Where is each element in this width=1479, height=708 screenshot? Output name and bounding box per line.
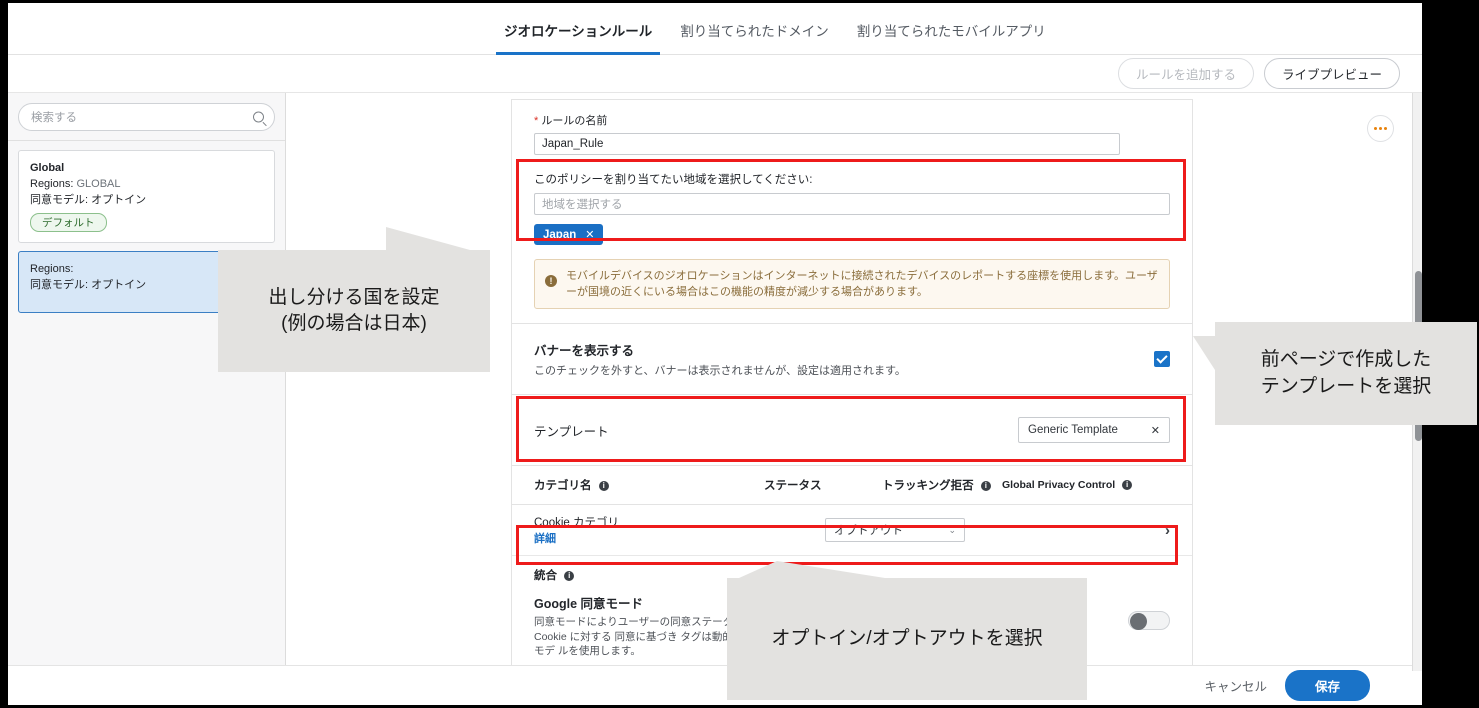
callout-region-text: 出し分ける国を設定 (例の場合は日本) <box>268 286 440 334</box>
notice-text: モバイルデバイスのジオロケーションはインターネットに接続されたデバイスのレポート… <box>566 270 1158 298</box>
dot-icon <box>1374 127 1377 130</box>
template-select[interactable]: Generic Template ✕ <box>1018 417 1170 443</box>
chevron-right-icon[interactable]: › <box>1165 522 1170 539</box>
panel-rule-basics: * ルールの名前 Japan_Rule このポリシーを割り当てたい地域を選択して… <box>511 99 1193 324</box>
rule-card-consent: 同意モデル: オプトイン <box>30 194 147 206</box>
th-category: カテゴリ名 i <box>534 477 764 493</box>
cancel-button[interactable]: キャンセル <box>1204 676 1267 695</box>
template-label: テンプレート <box>534 424 609 439</box>
gcm-toggle[interactable] <box>1128 611 1170 631</box>
close-icon[interactable]: ✕ <box>585 228 594 241</box>
category-name: Cookie カテゴリ <box>534 517 619 529</box>
table-header: カテゴリ名 i ステータス トラッキング拒否 i Global Privacy … <box>512 466 1192 505</box>
callout-region: 出し分ける国を設定 (例の場合は日本) <box>218 227 490 372</box>
th-tracking: トラッキング拒否 i <box>882 477 1002 493</box>
close-icon[interactable]: ✕ <box>1151 424 1160 437</box>
rule-name-label: * ルールの名前 <box>534 115 608 127</box>
chevron-down-icon: ⌄ <box>948 524 956 535</box>
th-status: ステータス <box>764 480 822 492</box>
category-name-cell: Cookie カテゴリ 詳細 <box>534 514 825 546</box>
add-rule-button[interactable]: ルールを追加する <box>1117 58 1254 89</box>
save-button[interactable]: 保存 <box>1284 670 1370 701</box>
callout-optin-text: オプトイン/オプトアウトを選択 <box>771 627 1043 649</box>
tab-label: 割り当てられたドメイン <box>680 24 829 39</box>
callout-tail <box>739 561 885 578</box>
callout-optin: オプトイン/オプトアウトを選択 <box>727 561 1087 700</box>
dot-icon <box>1379 127 1382 130</box>
th-gpc: Global Privacy Control i <box>1002 479 1170 491</box>
sidebar-rule-card-global[interactable]: Global Regions: GLOBAL 同意モデル: オプトイン デフォル… <box>18 150 275 243</box>
screen-root: ジオロケーションルール 割り当てられたドメイン 割り当てられたモバイルアプリ ル… <box>0 0 1479 708</box>
toggle-knob <box>1130 613 1147 631</box>
callout-template: 前ページで作成した テンプレートを選択 <box>1193 322 1477 425</box>
info-icon[interactable]: i <box>980 480 991 491</box>
tab-label: 割り当てられたモバイルアプリ <box>856 24 1046 39</box>
region-chip-label: Japan <box>543 228 577 241</box>
region-select-input[interactable]: 地域を選択する <box>534 193 1170 215</box>
geolocation-label: このポリシーを割り当てたい地域を選択してください: <box>534 174 813 186</box>
tab-label: ジオロケーションルール <box>504 24 653 39</box>
dot-icon <box>1384 127 1387 130</box>
body-row: 検索する Global Regions: GLOBAL 同意モデル: オプトイン… <box>8 93 1422 671</box>
rule-name-input[interactable]: Japan_Rule <box>534 133 1120 155</box>
banner-texts: バナーを表示する このチェックを外すと、バナーは表示されませんが、設定は適用され… <box>534 340 906 378</box>
consent-status-select[interactable]: オプトアウト ⌄ <box>825 518 965 542</box>
callout-tail <box>386 227 470 250</box>
info-icon[interactable]: i <box>564 570 575 581</box>
tab-geolocation-rules[interactable]: ジオロケーションルール <box>490 3 666 55</box>
required-marker: * <box>534 115 539 127</box>
panel-template: テンプレート Generic Template ✕ <box>511 395 1193 466</box>
banner-row: バナーを表示する このチェックを外すと、バナーは表示されませんが、設定は適用され… <box>512 324 1192 394</box>
region-chip-japan[interactable]: Japan ✕ <box>534 224 604 245</box>
rule-card-regions: Regions: GLOBAL <box>30 178 121 190</box>
search-icon <box>253 111 264 123</box>
callout-template-text: 前ページで作成した テンプレートを選択 <box>1260 349 1432 397</box>
category-status-cell: オプトアウト ⌄ <box>825 518 1165 542</box>
search-input[interactable]: 検索する <box>18 103 275 131</box>
show-banner-checkbox[interactable] <box>1154 351 1170 367</box>
overflow-menu-button[interactable] <box>1367 115 1394 142</box>
sidebar: 検索する Global Regions: GLOBAL 同意モデル: オプトイン… <box>8 93 286 671</box>
banner-title: バナーを表示する <box>534 344 635 358</box>
table-row: Cookie カテゴリ 詳細 オプトアウト ⌄ › <box>512 505 1192 556</box>
tab-assigned-domains[interactable]: 割り当てられたドメイン <box>666 3 843 55</box>
rule-name-section: * ルールの名前 Japan_Rule <box>512 100 1192 169</box>
footer-bar: キャンセル 保存 <box>8 665 1422 705</box>
default-badge: デフォルト <box>30 213 107 232</box>
info-icon[interactable]: i <box>598 480 609 491</box>
geolocation-notice: ! モバイルデバイスのジオロケーションはインターネットに接続されたデバイスのレポ… <box>534 259 1170 309</box>
consent-status-value: オプトアウト <box>834 525 903 537</box>
template-value: Generic Template <box>1028 424 1118 436</box>
geolocation-section: このポリシーを割り当てたい地域を選択してください: 地域を選択する Japan … <box>512 169 1192 259</box>
info-icon: ! <box>545 275 557 287</box>
info-icon[interactable]: i <box>1122 479 1133 490</box>
search-placeholder: 検索する <box>31 112 77 124</box>
banner-subtitle: このチェックを外すと、バナーは表示されませんが、設定は適用されます。 <box>534 365 906 377</box>
tab-assigned-mobile-apps[interactable]: 割り当てられたモバイルアプリ <box>843 3 1060 55</box>
panel-banner: バナーを表示する このチェックを外すと、バナーは表示されませんが、設定は適用され… <box>511 324 1193 395</box>
tab-bar: ジオロケーションルール 割り当てられたドメイン 割り当てられたモバイルアプリ <box>8 3 1422 55</box>
rule-card-title: Global <box>30 162 65 174</box>
sidebar-divider <box>8 140 285 141</box>
template-row: テンプレート Generic Template ✕ <box>512 395 1192 465</box>
category-details-link[interactable]: 詳細 <box>534 530 825 546</box>
live-preview-button[interactable]: ライブプレビュー <box>1263 58 1400 89</box>
action-bar: ルールを追加する ライブプレビュー <box>8 55 1422 93</box>
callout-tail <box>1193 336 1215 370</box>
